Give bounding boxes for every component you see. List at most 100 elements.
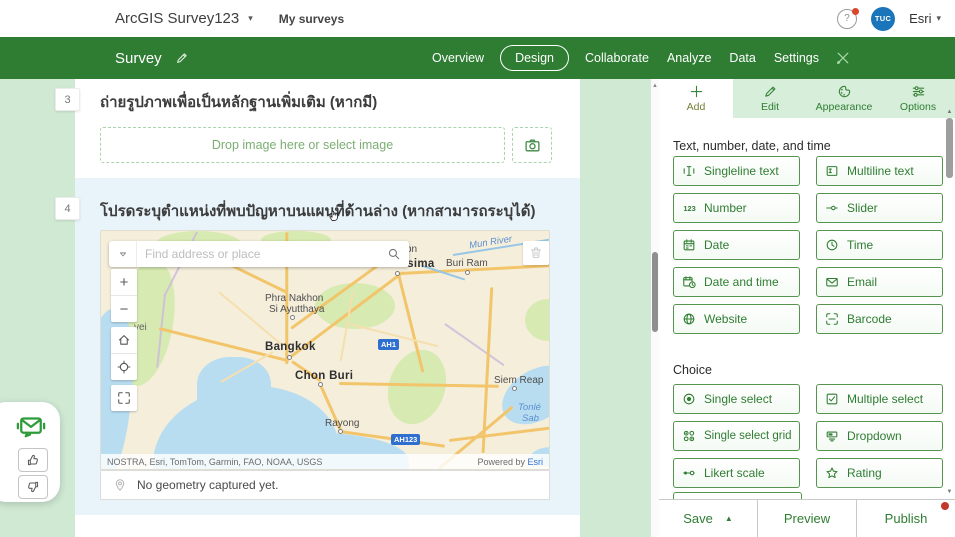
add-date-and-time-button[interactable]: Date and time bbox=[673, 267, 800, 297]
panel-scroll-down-arrow[interactable]: ▼ bbox=[946, 489, 953, 495]
map-water-tonle-sap bbox=[491, 353, 549, 437]
geometry-status: No geometry captured yet. bbox=[100, 470, 550, 500]
map-terrain bbox=[525, 299, 549, 341]
highway-shield-ah123: AH123 bbox=[391, 434, 421, 445]
map-label-rayong: Rayong bbox=[325, 418, 360, 429]
panel-tab-edit[interactable]: Edit bbox=[733, 79, 807, 118]
avatar[interactable]: TUC bbox=[871, 6, 896, 31]
zoom-in-button[interactable]: + bbox=[111, 269, 137, 295]
zoom-controls: + − bbox=[111, 269, 137, 322]
nav-controls bbox=[111, 327, 137, 380]
tab-overview[interactable]: Overview bbox=[430, 47, 486, 69]
map-search-input[interactable] bbox=[137, 247, 387, 261]
sliders-icon bbox=[911, 84, 926, 99]
city-dot-bangkok bbox=[287, 355, 292, 360]
choice-type-grid: Single select Multiple select Single sel… bbox=[673, 384, 943, 488]
fullscreen-icon bbox=[117, 391, 131, 405]
tab-data[interactable]: Data bbox=[727, 47, 757, 69]
question-4-title: โปรดระบุตำแหน่งที่พบปัญหาบนแผนที่ด้านล่า… bbox=[100, 203, 536, 220]
caret-up-icon: ▲ bbox=[724, 514, 733, 523]
panel-scroll-up-arrow[interactable]: ▲ bbox=[946, 109, 953, 115]
add-multiple-select-button[interactable]: Multiple select bbox=[816, 384, 943, 414]
add-rating-button[interactable]: Rating bbox=[816, 458, 943, 488]
fullscreen-button[interactable] bbox=[111, 385, 137, 411]
tab-design[interactable]: Design bbox=[500, 45, 569, 71]
save-button[interactable]: Save ▲ bbox=[659, 500, 757, 537]
form-scrollbar[interactable]: ▲ bbox=[651, 79, 659, 537]
app-title: ArcGIS Survey123 bbox=[115, 10, 240, 27]
city-dot-ratchasima bbox=[395, 271, 400, 276]
edit-survey-title-button[interactable] bbox=[175, 51, 189, 65]
map-widget[interactable]: AH1 AH123 on Ratchasima Buri Ram Mun Riv… bbox=[100, 230, 550, 470]
locate-button[interactable] bbox=[111, 354, 137, 380]
map-search-bar bbox=[109, 241, 409, 267]
chevron-down-icon: ▾ bbox=[936, 13, 941, 23]
map-road bbox=[448, 426, 549, 442]
panel-tab-add[interactable]: Add bbox=[659, 79, 733, 118]
checkbox-icon bbox=[825, 392, 839, 406]
notification-dot bbox=[852, 7, 860, 15]
attribution-sources: NOSTRA, Esri, TomTom, Garmin, FAO, NOAA,… bbox=[107, 456, 323, 467]
question-type-grid: Singleline text Multiline text Number Sl… bbox=[673, 156, 943, 334]
home-icon bbox=[117, 333, 131, 347]
map-label-ayutthaya-2: Si Ayutthaya bbox=[269, 304, 325, 315]
clock-icon bbox=[825, 238, 839, 252]
panel-scrollbar-thumb[interactable] bbox=[946, 118, 953, 178]
search-options-button[interactable] bbox=[109, 241, 137, 267]
crossed-tools-icon[interactable] bbox=[835, 50, 851, 66]
zoom-out-button[interactable]: − bbox=[111, 296, 137, 322]
add-single-select-grid-button[interactable]: Single select grid bbox=[673, 421, 800, 451]
add-slider-button[interactable]: Slider bbox=[816, 193, 943, 223]
help-button[interactable]: ? bbox=[837, 7, 860, 29]
expand-control bbox=[111, 385, 137, 411]
radio-icon bbox=[682, 392, 696, 406]
add-barcode-button[interactable]: Barcode bbox=[816, 304, 943, 334]
map-water bbox=[197, 357, 271, 417]
camera-icon bbox=[524, 137, 541, 154]
tab-settings[interactable]: Settings bbox=[772, 47, 821, 69]
globe-icon bbox=[682, 312, 696, 326]
panel-tab-appearance[interactable]: Appearance bbox=[807, 79, 881, 118]
scroll-up-arrow[interactable]: ▲ bbox=[651, 83, 659, 89]
thumbs-up-button[interactable] bbox=[18, 448, 48, 472]
trash-icon bbox=[529, 246, 543, 260]
map-attribution: NOSTRA, Esri, TomTom, Garmin, FAO, NOAA,… bbox=[101, 454, 549, 469]
app-switcher[interactable]: ArcGIS Survey123 ▾ bbox=[115, 10, 253, 27]
feedback-bot-icon[interactable] bbox=[16, 410, 46, 440]
city-dot-chon-buri bbox=[318, 382, 323, 387]
survey-title: Survey bbox=[115, 49, 162, 67]
star-icon bbox=[825, 466, 839, 480]
add-date-button[interactable]: Date bbox=[673, 230, 800, 260]
panel-tab-options[interactable]: Options bbox=[881, 79, 955, 118]
map-label-bangkok: Bangkok bbox=[265, 341, 316, 353]
panel-tabs: Add Edit Appearance Options bbox=[659, 79, 955, 118]
app-window: ArcGIS Survey123 ▾ My surveys ? TUC Esri… bbox=[0, 0, 955, 537]
add-number-button[interactable]: Number bbox=[673, 193, 800, 223]
geometry-status-text: No geometry captured yet. bbox=[137, 478, 279, 492]
number-icon bbox=[682, 201, 696, 215]
camera-button[interactable] bbox=[512, 127, 552, 163]
my-surveys-link[interactable]: My surveys bbox=[279, 12, 344, 26]
city-dot-buri-ram bbox=[465, 270, 470, 275]
add-multiline-text-button[interactable]: Multiline text bbox=[816, 156, 943, 186]
add-singleline-text-button[interactable]: Singleline text bbox=[673, 156, 800, 186]
tab-collaborate[interactable]: Collaborate bbox=[583, 47, 651, 69]
add-single-select-button[interactable]: Single select bbox=[673, 384, 800, 414]
thumbs-down-button[interactable] bbox=[18, 475, 48, 499]
add-likert-scale-button[interactable]: Likert scale bbox=[673, 458, 800, 488]
add-email-button[interactable]: Email bbox=[816, 267, 943, 297]
account-menu[interactable]: Esri ▾ bbox=[909, 11, 941, 26]
clear-geometry-button[interactable] bbox=[523, 241, 549, 265]
add-website-button[interactable]: Website bbox=[673, 304, 800, 334]
home-button[interactable] bbox=[111, 327, 137, 353]
map-label-tonle-2: Sab bbox=[522, 413, 539, 424]
add-time-button[interactable]: Time bbox=[816, 230, 943, 260]
image-dropzone[interactable]: Drop image here or select image bbox=[100, 127, 505, 163]
search-icon[interactable] bbox=[387, 247, 401, 261]
feedback-widget bbox=[0, 402, 60, 502]
add-dropdown-button[interactable]: Dropdown bbox=[816, 421, 943, 451]
preview-button[interactable]: Preview bbox=[757, 500, 856, 537]
esri-brand: Esri bbox=[527, 456, 544, 467]
tab-analyze[interactable]: Analyze bbox=[665, 47, 713, 69]
scrollbar-thumb[interactable] bbox=[652, 252, 658, 332]
